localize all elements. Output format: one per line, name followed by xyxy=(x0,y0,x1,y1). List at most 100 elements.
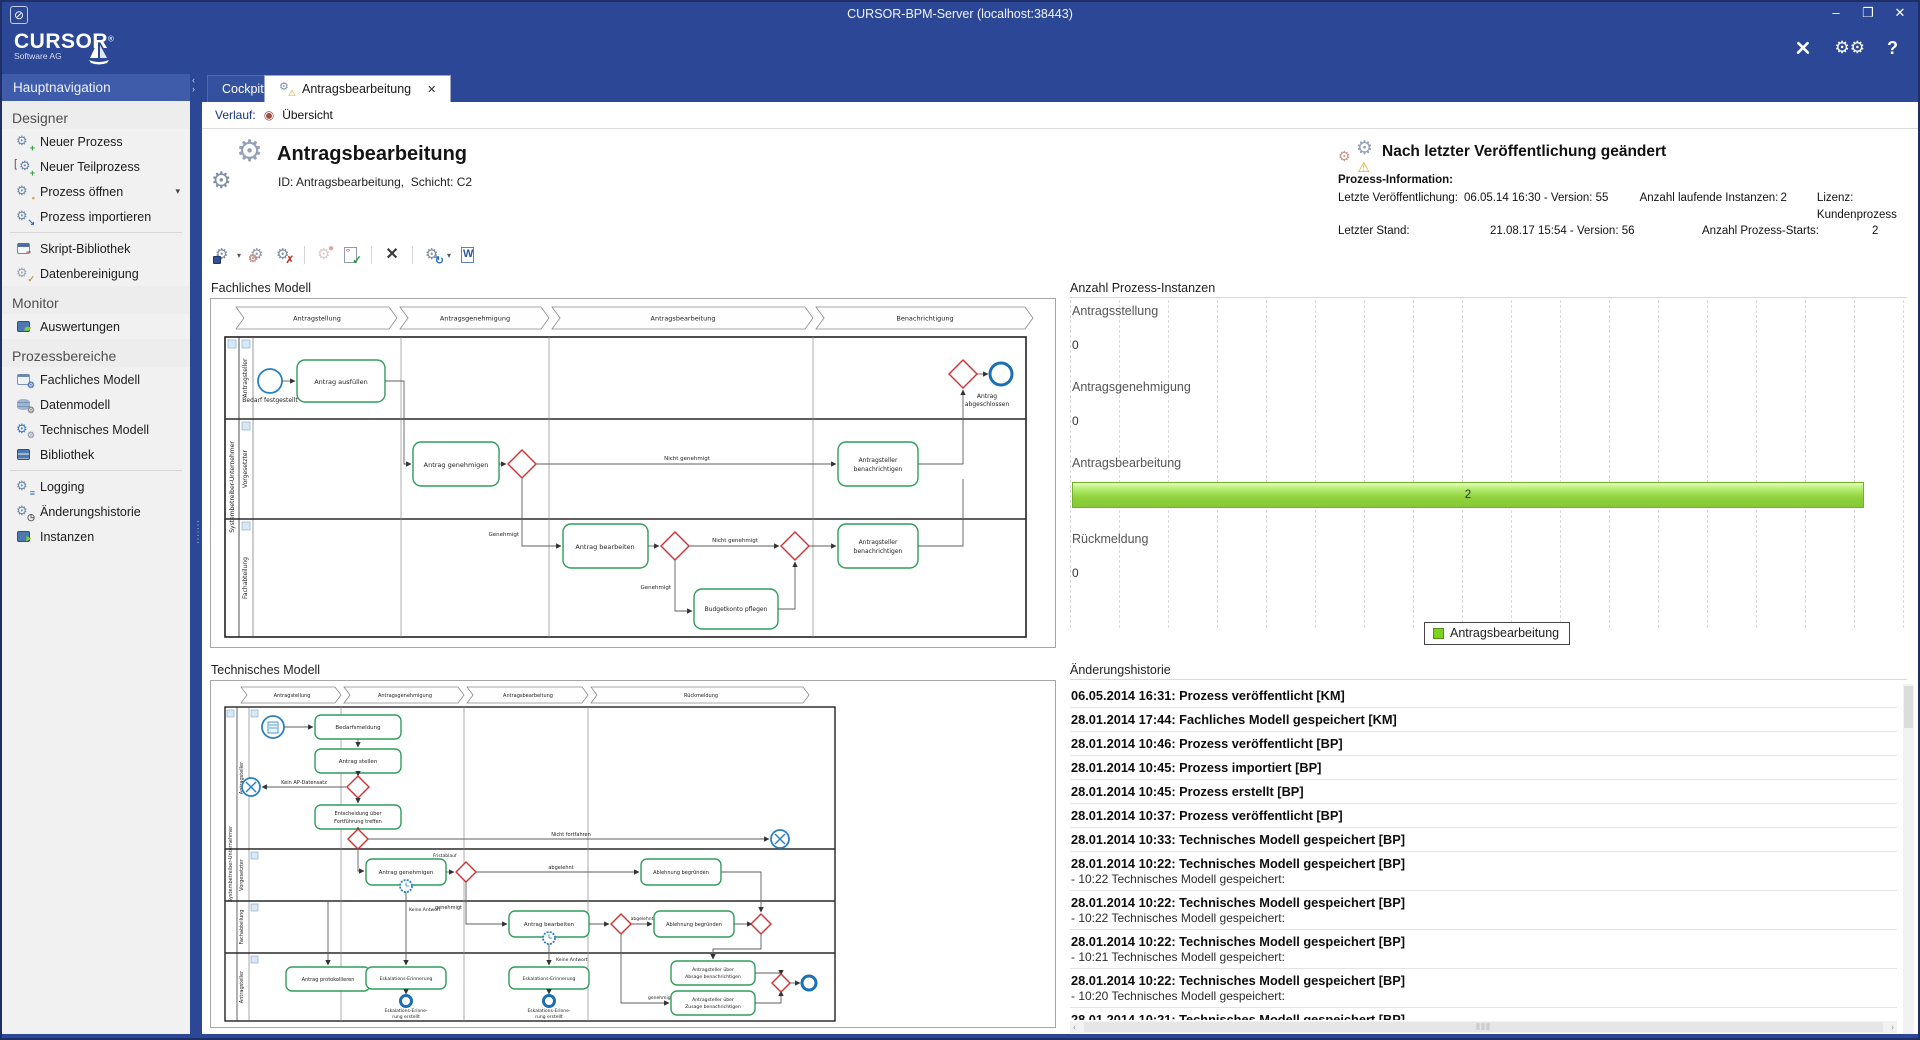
task-eskalations-erinnerung-1[interactable]: Eskalations-Erinnerung xyxy=(366,967,446,989)
vscroll-handle[interactable] xyxy=(1904,686,1913,728)
task-antrag-genehmigen-tm[interactable]: Antrag genehmigen xyxy=(366,859,446,892)
refresh-dropdown-caret[interactable]: ▾ xyxy=(447,251,451,260)
gateway-genehmigung-tm[interactable] xyxy=(456,862,476,882)
gateway-bearbeitung[interactable] xyxy=(661,532,689,560)
refresh-process-button[interactable]: ⚙↻ xyxy=(422,244,444,266)
history-row[interactable]: 06.05.2014 16:31: Prozess veröffentlicht… xyxy=(1070,684,1897,708)
svg-text:Eskalations-Erinnerung: Eskalations-Erinnerung xyxy=(380,976,433,982)
save-dropdown-caret[interactable]: ▾ xyxy=(237,251,241,260)
start-message-event[interactable] xyxy=(262,716,284,738)
collapse-left-icon[interactable]: ‹ xyxy=(192,76,195,84)
task-antrag-protokollieren[interactable]: Antrag protokollieren xyxy=(286,967,370,991)
chevron-down-icon[interactable]: ▾ xyxy=(175,186,180,197)
history-row[interactable]: 28.01.2014 10:22: Technisches Modell ges… xyxy=(1070,930,1897,969)
import-process-icon: ⚙↘ xyxy=(16,209,33,225)
history-row[interactable]: 28.01.2014 10:46: Prozess veröffentlicht… xyxy=(1070,732,1897,756)
sidebar-item-datenbereinigung[interactable]: ⚙✓ Datenbereinigung xyxy=(2,261,190,286)
task-ablehnung-begruenden-1[interactable]: Ablehnung begründen xyxy=(641,859,721,885)
sidebar-item-aenderungshistorie[interactable]: ⚙◷ Änderungshistorie xyxy=(2,499,190,524)
splitter-grip[interactable]: ⋮⋮⋮ xyxy=(193,522,201,543)
hscroll-handle[interactable]: ⦀⦀⦀ xyxy=(1084,1022,1883,1032)
task-antrag-ausfuellen[interactable]: Antrag ausfüllen xyxy=(297,360,385,402)
export-word-button[interactable]: W xyxy=(457,244,479,266)
history-row[interactable]: 28.01.2014 10:45: Prozess erstellt [BP] xyxy=(1070,780,1897,804)
gateway-final[interactable] xyxy=(772,974,790,992)
task-eskalations-erinnerung-2[interactable]: Eskalations-Erinnerung xyxy=(509,967,589,989)
task-bedarfsmeldung[interactable]: Bedarfsmeldung xyxy=(315,715,401,739)
task-antragsteller-benachrichtigen-2[interactable]: Antragsteller benachrichtigen xyxy=(838,524,918,568)
sidebar-item-technisches-modell[interactable]: ⚙⚙ Technisches Modell xyxy=(2,417,190,442)
gateway-bearbeitung-tm[interactable] xyxy=(611,914,631,934)
task-antrag-bearbeiten-tm[interactable]: Antrag bearbeiten xyxy=(509,911,589,944)
gateway-merge-tm[interactable] xyxy=(751,914,771,934)
task-entscheidung-fortfuehrung[interactable]: Entscheidung über Fortführung treffen xyxy=(315,805,401,829)
instances-button[interactable]: ⚙● xyxy=(314,244,336,266)
task-budgetkonto-pflegen[interactable]: Budgetkonto pflegen xyxy=(694,589,778,629)
error-event-kein-ap-datensatz[interactable] xyxy=(242,778,260,796)
history-row[interactable]: 28.01.2014 10:45: Prozess importiert [BP… xyxy=(1070,756,1897,780)
tab-antragsbearbeitung[interactable]: ⚙⚠ Antragsbearbeitung ✕ xyxy=(264,75,451,102)
history-row[interactable]: 28.01.2014 17:44: Fachliches Modell gesp… xyxy=(1070,708,1897,732)
sidebar-item-fachliches-modell[interactable]: ⚙ Fachliches Modell xyxy=(2,367,190,392)
end-event-final[interactable] xyxy=(802,976,816,990)
tools-icon[interactable] xyxy=(1793,38,1813,58)
gateway-merge[interactable] xyxy=(781,532,809,560)
task-antrag-genehmigen[interactable]: Antrag genehmigen xyxy=(413,442,499,486)
sidebar-item-prozess-oeffnen[interactable]: ⚙▪ Prozess öffnen ▾ xyxy=(2,179,190,204)
scroll-left-icon[interactable]: ‹ xyxy=(1073,1021,1076,1033)
validate-button[interactable]: ‹›✓ xyxy=(340,244,362,266)
unpublish-process-button[interactable]: ⚙✗ xyxy=(273,244,295,266)
sidebar-item-prozess-importieren[interactable]: ⚙↘ Prozess importieren xyxy=(2,204,190,229)
toolbar-separator xyxy=(412,246,413,264)
scroll-right-icon[interactable]: › xyxy=(1891,1021,1894,1033)
sidebar-item-skript-bibliothek[interactable]: − Skript-Bibliothek xyxy=(2,236,190,261)
task-ablehnung-begruenden-2[interactable]: Ablehnung begründen xyxy=(654,911,734,937)
end-event-eskalation-1[interactable]: Eskalations-Erinne- rung erstellt xyxy=(384,996,427,1021)
delete-button[interactable]: ✕ xyxy=(381,244,403,266)
restore-button[interactable]: ❐ xyxy=(1860,5,1876,21)
history-list[interactable]: 06.05.2014 16:31: Prozess veröffentlicht… xyxy=(1070,684,1897,1020)
task-absage-benachrichtigen[interactable]: Antragsteller über Absage benachrichtige… xyxy=(671,961,755,985)
sidebar-splitter[interactable]: ‹ › ⋮⋮⋮ xyxy=(190,74,202,1034)
fachliches-modell-panel[interactable]: Antragstellung Antragsgenehmigung Antrag… xyxy=(210,298,1056,648)
breadcrumb-item[interactable]: Übersicht xyxy=(282,108,333,122)
task-antrag-bearbeiten[interactable]: Antrag bearbeiten xyxy=(563,524,648,568)
task-zusage-benachrichtigen[interactable]: Antragsteller über Zusage benachrichtige… xyxy=(671,991,755,1015)
history-hscrollbar[interactable]: ‹ ⦀⦀⦀ › xyxy=(1070,1021,1897,1033)
history-row[interactable]: 28.01.2014 10:22: Technisches Modell ges… xyxy=(1070,891,1897,930)
history-row[interactable]: 28.01.2014 10:22: Technisches Modell ges… xyxy=(1070,852,1897,891)
history-row[interactable]: 28.01.2014 10:22: Technisches Modell ges… xyxy=(1070,969,1897,1008)
tab-close-icon[interactable]: ✕ xyxy=(427,83,436,96)
end-event-eskalation-2[interactable]: Eskalations-Erinne- rung erstellt xyxy=(527,996,570,1021)
gateway-abschluss[interactable] xyxy=(949,360,977,388)
help-icon[interactable]: ? xyxy=(1887,36,1898,60)
sidebar-item-logging[interactable]: ⚙≡ Logging xyxy=(2,474,190,499)
sidebar-item-bibliothek[interactable]: Bibliothek xyxy=(2,442,190,467)
start-event-bedarf-festgestellt[interactable]: Bedarf festgestellt xyxy=(242,369,298,404)
save-process-button[interactable]: ⚙ xyxy=(212,244,234,266)
admin-gears-icon[interactable]: ⚙⚙ xyxy=(1835,36,1865,60)
end-error-event[interactable] xyxy=(771,830,789,848)
technisches-modell-diagram[interactable]: Antragstellung Antragsgenehmigung Antrag… xyxy=(211,681,1055,1027)
task-antragsteller-benachrichtigen-1[interactable]: Antragsteller benachrichtigen xyxy=(838,442,918,486)
gateway-genehmigung[interactable] xyxy=(508,450,536,478)
history-row[interactable]: 28.01.2014 10:33: Technisches Modell ges… xyxy=(1070,828,1897,852)
fachliches-modell-diagram[interactable]: Antragstellung Antragsgenehmigung Antrag… xyxy=(211,299,1055,647)
history-vscrollbar[interactable] xyxy=(1903,684,1914,1034)
task-antrag-stellen[interactable]: Antrag stellen xyxy=(315,749,401,773)
sidebar-item-neuer-prozess[interactable]: ⚙+ Neuer Prozess xyxy=(2,129,190,154)
close-button[interactable]: ✕ xyxy=(1892,5,1908,21)
minimize-button[interactable]: – xyxy=(1828,5,1844,21)
collapse-right-icon[interactable]: › xyxy=(192,85,195,93)
history-row[interactable]: 28.01.2014 10:37: Prozess veröffentlicht… xyxy=(1070,804,1897,828)
sidebar-item-neuer-teilprozess[interactable]: [⚙+ Neuer Teilprozess xyxy=(2,154,190,179)
gateway-ap-check[interactable] xyxy=(347,776,369,798)
publish-process-button[interactable]: ⚙⚙ xyxy=(247,244,269,266)
sidebar-item-instanzen[interactable]: ▸ Instanzen xyxy=(2,524,190,549)
history-row[interactable]: 28.01.2014 10:21: Technisches Modell ges… xyxy=(1070,1008,1897,1020)
technisches-modell-panel[interactable]: Antragstellung Antragsgenehmigung Antrag… xyxy=(210,680,1056,1028)
sidebar-item-datenmodell[interactable]: ⚙ Datenmodell xyxy=(2,392,190,417)
instances-bar[interactable]: 2 xyxy=(1072,482,1864,508)
gateway-fortfuehrung[interactable] xyxy=(348,829,368,849)
sidebar-item-auswertungen[interactable]: ▰ Auswertungen xyxy=(2,314,190,339)
